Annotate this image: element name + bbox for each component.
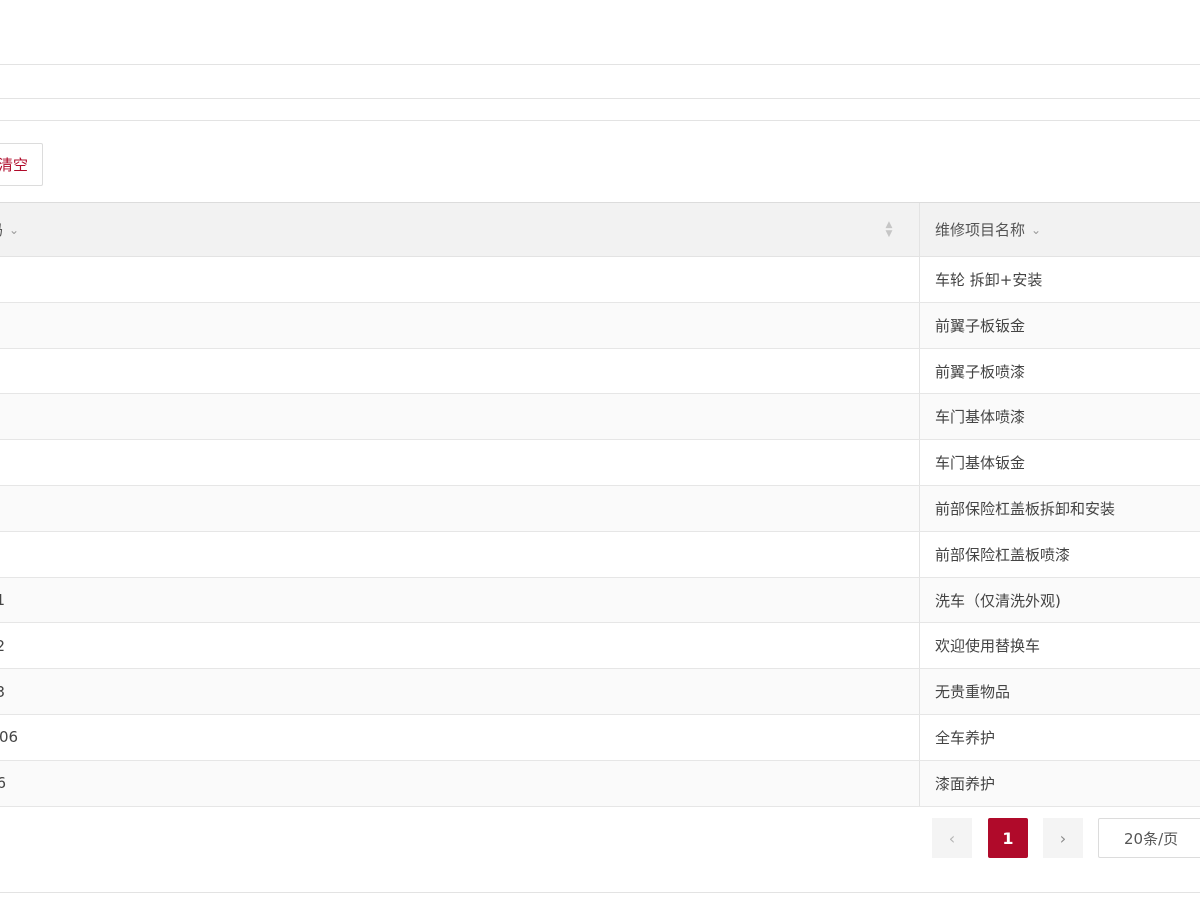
section-divider (0, 120, 1200, 121)
sort-icon[interactable]: ▲ ▼ (882, 219, 896, 241)
table-row[interactable]: C6 漆面养护 (0, 760, 1200, 807)
column-divider (919, 394, 920, 440)
column-header-name[interactable]: 维修项目名称 ⌄ (935, 203, 1041, 256)
cell-name: 欢迎使用替换车 (935, 637, 1041, 656)
table-row[interactable]: M06 全车养护 (0, 714, 1200, 761)
cell-code: 01 (0, 591, 6, 610)
next-page-button[interactable]: › (1043, 818, 1083, 858)
table-row[interactable]: 0前翼子板钣金 (0, 302, 1200, 349)
cell-name: 无贵重物品 (935, 683, 1011, 702)
column-header-name-label: 维修项目名称 (935, 221, 1026, 239)
cell-name: 漆面养护 (935, 774, 996, 793)
cell-name: 前翼子板喷漆 (935, 362, 1026, 381)
table-row[interactable]: 2前部保险杠盖板喷漆 (0, 531, 1200, 578)
column-divider (919, 203, 920, 257)
column-divider (919, 440, 920, 486)
column-divider (919, 714, 920, 760)
table-row[interactable]: 01 洗车（仅清洗外观) (0, 577, 1200, 624)
column-divider (919, 257, 920, 302)
sort-down-icon: ▼ (885, 229, 893, 239)
column-divider (919, 760, 920, 806)
cell-code: 03 (0, 682, 6, 701)
column-divider (919, 577, 920, 623)
clear-button[interactable]: 清空 (0, 143, 43, 186)
cell-name: 前部保险杠盖板喷漆 (935, 545, 1071, 564)
column-header-code-label: 码 (0, 219, 3, 240)
cell-name: 全车养护 (935, 728, 996, 747)
cell-name: 车门基体喷漆 (935, 408, 1026, 427)
table-row[interactable]: 4车门基体喷漆 (0, 394, 1200, 441)
table-row[interactable]: 02 欢迎使用替换车 (0, 623, 1200, 670)
table-row[interactable]: 0车门基体钣金 (0, 440, 1200, 486)
column-divider (919, 302, 920, 348)
column-divider (919, 669, 920, 715)
cell-name: 车轮 拆卸+安装 (935, 271, 1043, 289)
page-size-select[interactable]: 20条/页 (1098, 818, 1200, 858)
table-row[interactable]: 4前翼子板喷漆 (0, 348, 1200, 395)
cell-name: 洗车（仅清洗外观) (935, 591, 1061, 610)
cell-code: C6 (0, 774, 7, 793)
prev-page-button[interactable]: ‹ (932, 818, 972, 858)
table-header: 码 ⌄ ▲ ▼ 维修项目名称 ⌄ (0, 202, 1200, 257)
repair-items-table: 码 ⌄ ▲ ▼ 维修项目名称 ⌄ 3车轮 拆卸+安装0前翼子板钣金4前翼子板喷漆… (0, 202, 1200, 807)
pagination: ‹ 1 › 20条/页 (0, 818, 1200, 858)
cell-code: M06 (0, 728, 19, 747)
bottom-divider (0, 892, 1200, 893)
tab-divider (0, 98, 1200, 99)
chevron-down-icon[interactable]: ⌄ (1031, 223, 1041, 237)
table-row[interactable]: 3车轮 拆卸+安装 (0, 257, 1200, 303)
table-row[interactable]: 03 无贵重物品 (0, 669, 1200, 715)
table-row[interactable]: 0前部保险杠盖板拆卸和安装 (0, 485, 1200, 532)
page-1-button[interactable]: 1 (988, 818, 1028, 858)
top-divider (0, 64, 1200, 65)
column-divider (919, 485, 920, 531)
column-divider (919, 348, 920, 394)
cell-name: 前部保险杠盖板拆卸和安装 (935, 499, 1116, 518)
column-header-code[interactable]: 码 ⌄ (0, 203, 19, 256)
table-body: 3车轮 拆卸+安装0前翼子板钣金4前翼子板喷漆4车门基体喷漆0车门基体钣金0前部… (0, 257, 1200, 807)
chevron-down-icon[interactable]: ⌄ (9, 223, 19, 237)
cell-name: 车门基体钣金 (935, 454, 1026, 473)
column-divider (919, 623, 920, 669)
cell-code: 02 (0, 636, 6, 655)
cell-name: 前翼子板钣金 (935, 316, 1026, 335)
column-divider (919, 531, 920, 577)
